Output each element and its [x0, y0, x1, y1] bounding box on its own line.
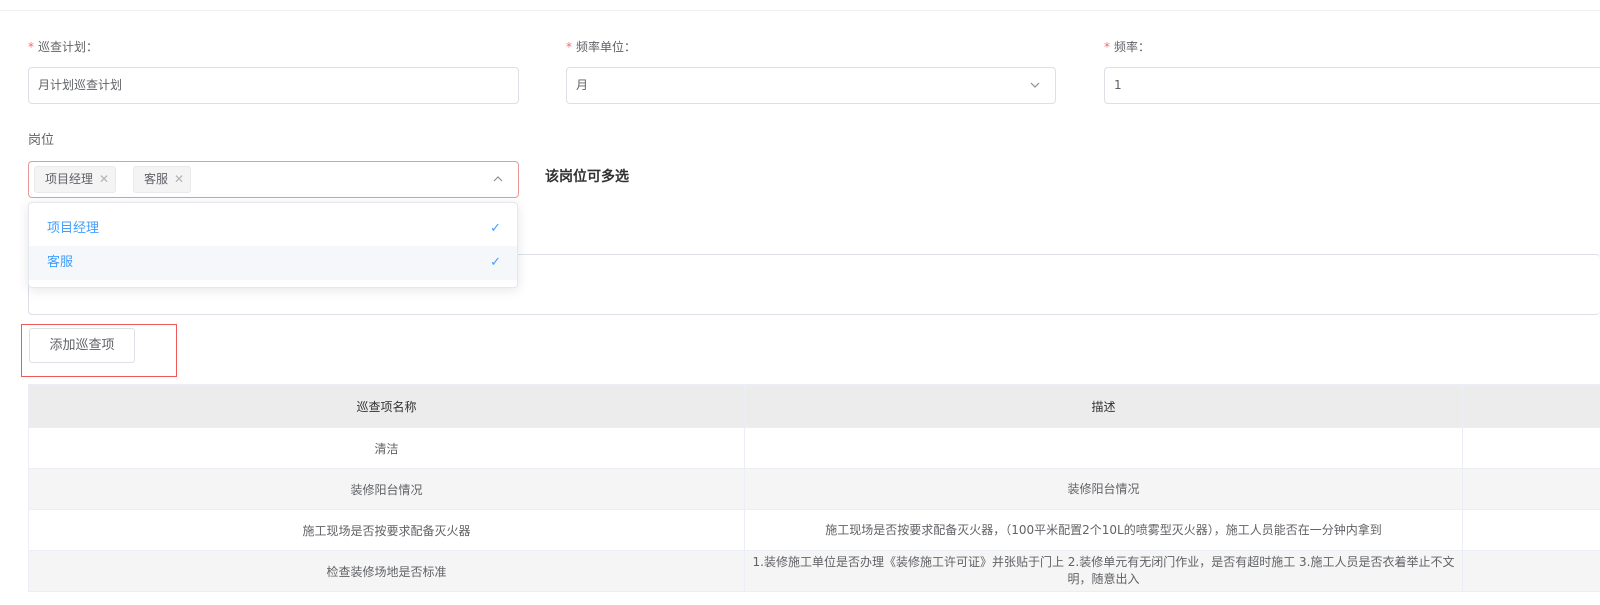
cell-name: 检查装修场地是否标准: [28, 550, 745, 592]
column-header-extra: [1462, 384, 1600, 428]
cell-name: 装修阳台情况: [28, 468, 745, 510]
cell-desc: 装修阳台情况: [744, 468, 1463, 510]
cell-name: 清洁: [28, 427, 745, 469]
freq-input[interactable]: 1: [1104, 67, 1600, 104]
check-icon: ✓: [490, 221, 501, 236]
table-row[interactable]: 施工现场是否按要求配备灭火器 施工现场是否按要求配备灭火器，（100平米配置2个…: [28, 509, 1600, 551]
post-tag-label: 客服: [144, 172, 169, 186]
unit-select-value: 月: [576, 78, 589, 92]
top-divider: [0, 10, 1600, 11]
check-icon: ✓: [490, 255, 501, 270]
freq-input-value: 1: [1114, 78, 1122, 92]
post-multiselect[interactable]: 项目经理 ✕ 客服 ✕: [28, 161, 519, 198]
unit-label: * 频率单位：: [566, 40, 636, 54]
plan-input-value: 月计划巡查计划: [38, 78, 123, 92]
plan-input[interactable]: 月计划巡查计划: [28, 67, 519, 104]
chevron-down-icon: [1030, 82, 1040, 88]
table-row[interactable]: 装修阳台情况 装修阳台情况: [28, 468, 1600, 510]
required-mark: *: [28, 40, 34, 54]
column-header-name: 巡查项名称: [28, 384, 745, 428]
post-option[interactable]: 客服 ✓: [29, 246, 517, 280]
cell-extra: [1462, 468, 1600, 510]
unit-select[interactable]: 月: [566, 67, 1056, 104]
post-hint: 该岗位可多选: [545, 169, 629, 185]
post-option[interactable]: 项目经理 ✓: [29, 212, 517, 246]
post-tag: 项目经理 ✕: [34, 166, 117, 193]
cell-extra: [1462, 427, 1600, 469]
post-tag: 客服 ✕: [133, 166, 192, 193]
cell-desc: 1.装修施工单位是否办理《装修施工许可证》并张贴于门上 2.装修单元有无闭门作业…: [744, 550, 1463, 592]
cell-name: 施工现场是否按要求配备灭火器: [28, 509, 745, 551]
post-option-label: 项目经理: [47, 221, 100, 236]
inspection-table: 巡查项名称 描述 清洁 装修阳台情况 装修阳台情况 施工现场是否按要求配备灭火器…: [28, 384, 1600, 592]
table-row[interactable]: 检查装修场地是否标准 1.装修施工单位是否办理《装修施工许可证》并张贴于门上 2…: [28, 550, 1600, 592]
close-icon[interactable]: ✕: [99, 172, 109, 186]
add-inspection-item-button[interactable]: 添加巡查项: [29, 328, 135, 363]
cell-desc: 施工现场是否按要求配备灭火器，（100平米配置2个10L的喷雾型灭火器），施工人…: [744, 509, 1463, 551]
close-icon[interactable]: ✕: [174, 172, 184, 186]
table-header-row: 巡查项名称 描述: [28, 384, 1600, 428]
freq-label: * 频率：: [1104, 40, 1150, 54]
required-mark: *: [1104, 40, 1110, 54]
unit-label-text: 频率单位：: [576, 40, 637, 54]
freq-label-text: 频率：: [1114, 40, 1151, 54]
cell-desc: [744, 427, 1463, 469]
cell-extra: [1462, 550, 1600, 592]
table-row[interactable]: 清洁: [28, 427, 1600, 469]
chevron-up-icon: [493, 176, 503, 182]
plan-label-text: 巡查计划：: [38, 40, 99, 54]
column-header-desc: 描述: [744, 384, 1463, 428]
post-label: 岗位: [28, 133, 55, 148]
post-tag-label: 项目经理: [45, 172, 94, 186]
required-mark: *: [566, 40, 572, 54]
plan-label: * 巡查计划：: [28, 40, 98, 54]
post-dropdown: 项目经理 ✓ 客服 ✓: [28, 202, 518, 288]
cell-extra: [1462, 509, 1600, 551]
post-option-label: 客服: [47, 255, 74, 270]
